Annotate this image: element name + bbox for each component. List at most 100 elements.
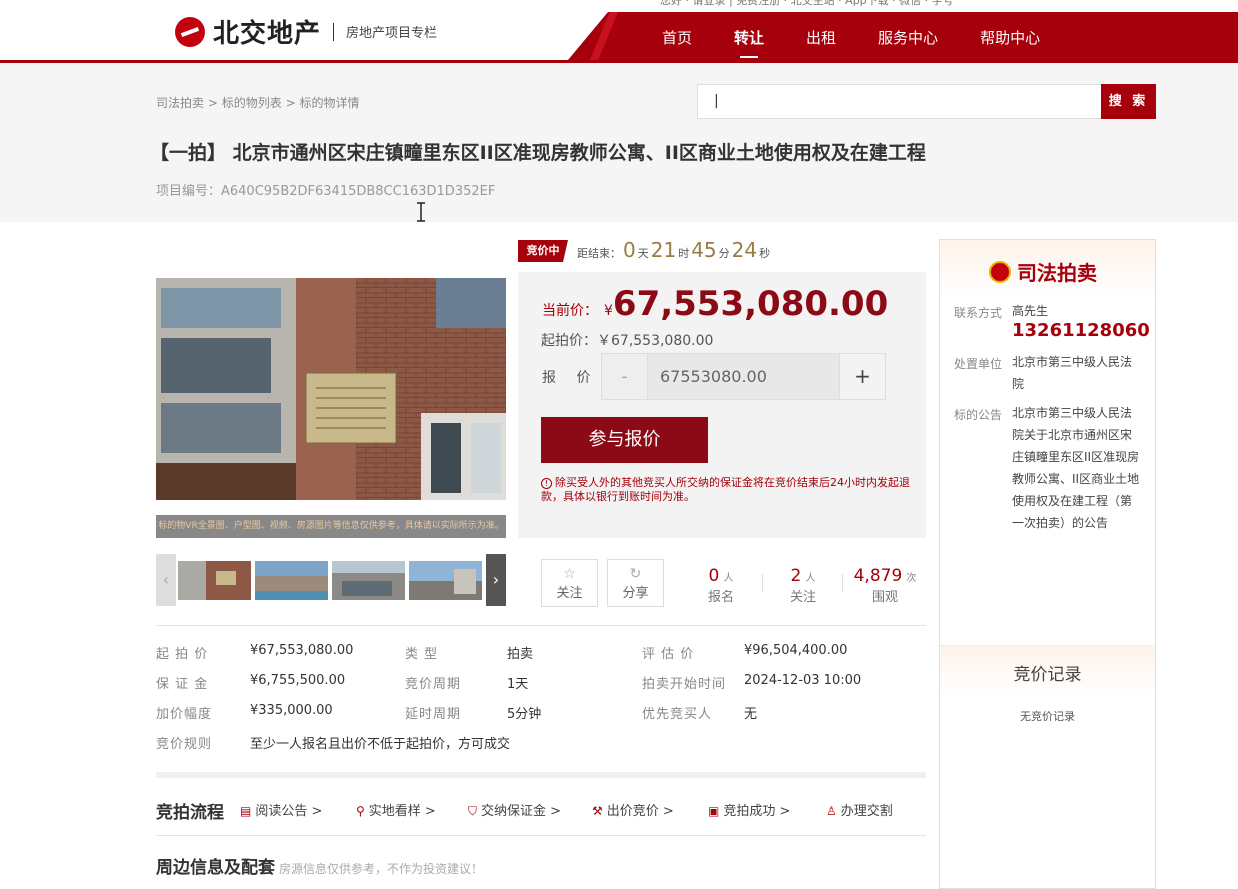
bid-amount-input[interactable]: 67553080.00 xyxy=(648,354,839,399)
stat-follows: 2 人 关注 xyxy=(782,566,824,605)
breadcrumb-item[interactable]: 标的物详情 xyxy=(299,96,359,110)
bid-decrease-button[interactable]: - xyxy=(602,354,648,399)
notice-link[interactable]: 北京市第三中级人民法院关于北京市通州区宋庄镇疃里东区II区准现房教师公寓、II区… xyxy=(1012,402,1142,534)
info-start-time: 拍卖开始时间 xyxy=(642,673,726,692)
logo[interactable]: 北交地产 房地产项目专栏 xyxy=(175,13,437,50)
current-price: ¥67,553,080.00 xyxy=(604,284,888,324)
stat-label: 关注 xyxy=(789,590,816,605)
thumbnail[interactable] xyxy=(409,561,482,600)
info-value: ¥335,000.00 xyxy=(250,703,333,718)
info-value: 拍卖 xyxy=(507,647,534,662)
process-step-label: 阅读公告 > xyxy=(255,804,323,819)
info-start-price: 起 拍 价 xyxy=(156,643,208,662)
contact-phone[interactable]: 13261128060 xyxy=(1012,320,1150,341)
bid-records-empty: 无竞价记录 xyxy=(1020,710,1075,723)
share-icon: ↻ xyxy=(629,566,642,582)
follow-button[interactable]: ☆ 关注 xyxy=(541,559,598,607)
info-value: 5分钟 xyxy=(507,707,542,722)
main-photo[interactable] xyxy=(156,278,506,500)
info-key: 延时周期 xyxy=(405,707,462,722)
thumbnail[interactable] xyxy=(332,561,405,600)
info-key: 竞价周期 xyxy=(405,677,462,692)
thumb-prev-button[interactable]: ‹ xyxy=(156,554,176,606)
countdown-days: 0 xyxy=(623,238,636,262)
nav-transfer[interactable]: 转让 xyxy=(734,12,764,60)
countdown: 距结束： 0 天 21 时 45 分 24 秒 xyxy=(577,238,770,262)
countdown-minutes: 45 xyxy=(691,238,717,262)
nav-service[interactable]: 服务中心 xyxy=(878,12,938,60)
thumbnail[interactable] xyxy=(178,561,251,600)
info-key: 优先竞买人 xyxy=(642,707,713,722)
nav-help[interactable]: 帮助中心 xyxy=(980,12,1040,60)
follow-label: 关注 xyxy=(556,586,583,601)
unit-label: 处置单位 xyxy=(954,357,1003,371)
process-step-label: 实地看样 > xyxy=(368,804,436,819)
info-appraisal-value: ¥96,504,400.00 xyxy=(744,643,847,658)
info-start-time-value: 2024-12-03 10:00 xyxy=(744,673,861,688)
info-deposit-value: ¥6,755,500.00 xyxy=(250,673,345,688)
section-divider xyxy=(156,772,926,778)
place-bid-button[interactable]: 参与报价 xyxy=(541,417,708,463)
process-step-inspect[interactable]: ⚲ 实地看样 > xyxy=(356,800,436,819)
refund-notice-text: 除买受人外的其他竞买人所交纳的保证金将在竞价结束后24小时内发起退款，具体以银行… xyxy=(541,476,910,503)
nearby-title: 周边信息及配套 xyxy=(156,858,275,878)
countdown-hours-unit: 时 xyxy=(678,247,690,260)
process-step-bid[interactable]: ⚒ 出价竞价 > xyxy=(592,800,674,819)
stat-unit: 人 xyxy=(723,573,734,584)
process-step-label: 竞拍成功 > xyxy=(723,804,791,819)
current-price-label: 当前价： xyxy=(542,303,598,319)
stat-label: 围观 xyxy=(871,590,898,605)
stat-label: 报名 xyxy=(707,590,734,605)
judicial-sidebar: 司法拍卖 联系方式 高先生 13261128060 处置单位 北京市第三中级人民… xyxy=(939,239,1156,889)
current-price-value: 67,553,080.00 xyxy=(612,284,889,324)
info-rule: 竞价规则 xyxy=(156,733,212,752)
process-step-deposit[interactable]: ⛉ 交纳保证金 > xyxy=(468,800,561,819)
info-type-value: 拍卖 xyxy=(507,643,533,662)
bid-increase-button[interactable]: + xyxy=(839,354,885,399)
countdown-minutes-unit: 分 xyxy=(718,247,730,260)
info-increment-value: ¥335,000.00 xyxy=(250,703,333,718)
nearby-note: 房源信息仅供参考，不作为投资建议！ xyxy=(279,862,484,876)
refund-notice: ! 除买受人外的其他竞买人所交纳的保证金将在竞价结束后24小时内发起退款，具体以银… xyxy=(541,476,916,504)
countdown-days-unit: 天 xyxy=(637,247,649,260)
thumbnail-strip: ‹ › xyxy=(156,554,506,606)
stat-unit: 次 xyxy=(906,573,917,584)
process-step-handover[interactable]: ♙ 办理交割 xyxy=(826,800,893,819)
breadcrumb-item[interactable]: 标的物列表 xyxy=(222,96,282,110)
share-button[interactable]: ↻ 分享 xyxy=(607,559,664,607)
logo-text: 北交地产 xyxy=(213,19,322,49)
top-links[interactable]: 您好 · 请登录 | 免费注册 · 北交主站 · App下载 · 微信 · 字号 xyxy=(660,0,954,8)
gavel-icon: ⚒ xyxy=(592,804,603,818)
user-icon: ♙ xyxy=(826,804,837,818)
nearby-section-title: 周边信息及配套 房源信息仅供参考，不作为投资建议！ xyxy=(156,853,483,878)
process-step-success[interactable]: ▣ 竞拍成功 > xyxy=(708,800,790,819)
thumbnail-image xyxy=(409,561,482,600)
text-cursor-icon xyxy=(417,202,425,222)
nav-items: 首页 转让 出租 服务中心 帮助中心 xyxy=(662,12,1082,60)
breadcrumb: 司法拍卖 > 标的物列表 > 标的物详情 xyxy=(156,94,359,111)
search-input[interactable]: | xyxy=(697,84,1102,119)
info-appraisal: 评 估 价 xyxy=(642,643,694,662)
stat-divider xyxy=(762,574,763,592)
stat-value: 2 xyxy=(790,566,802,586)
share-label: 分享 xyxy=(622,586,649,601)
thumbnail-image xyxy=(255,561,328,600)
info-priority: 优先竞买人 xyxy=(642,703,712,722)
countdown-hours: 21 xyxy=(650,238,677,262)
nav-home[interactable]: 首页 xyxy=(662,12,692,60)
process-step-label: 出价竞价 > xyxy=(606,804,674,819)
info-value: ¥6,755,500.00 xyxy=(250,673,346,688)
nav-rent[interactable]: 出租 xyxy=(806,12,836,60)
building-photo xyxy=(156,278,506,500)
info-value: 至少一人报名且出价不低于起拍价，方可成交 xyxy=(250,737,511,752)
contact-label: 联系方式 xyxy=(954,306,1003,320)
search-button[interactable]: 搜 索 xyxy=(1101,84,1156,119)
info-key: 评 估 价 xyxy=(642,647,695,662)
thumb-next-button[interactable]: › xyxy=(486,554,506,606)
shield-icon: ⛉ xyxy=(468,804,478,818)
process-step-read[interactable]: ▤ 阅读公告 > xyxy=(240,800,322,819)
breadcrumb-item[interactable]: 司法拍卖 xyxy=(156,96,204,110)
start-price: 起拍价：￥67,553,080.00 xyxy=(541,333,714,349)
court-emblem-icon xyxy=(989,260,1011,283)
thumbnail[interactable] xyxy=(255,561,328,600)
